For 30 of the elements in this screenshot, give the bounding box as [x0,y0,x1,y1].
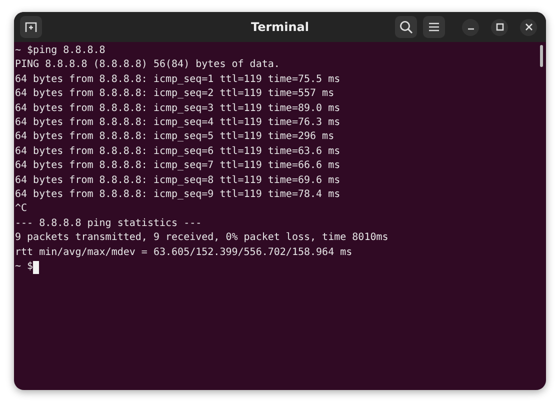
terminal-line: 64 bytes from 8.8.8.8: icmp_seq=8 ttl=119 time=69.6 ms [15,174,340,188]
terminal-line: 64 bytes from 8.8.8.8: icmp_seq=5 ttl=119 time=296 ms [15,130,334,144]
maximize-icon [494,22,504,32]
new-tab-icon [24,20,38,34]
terminal-line: --- 8.8.8.8 ping statistics --- [15,216,202,231]
text-cursor [33,260,40,274]
terminal-line: ~ $ping 8.8.8.8 [15,44,106,58]
terminal-line: 64 bytes from 8.8.8.8: icmp_seq=7 ttl=119 time=66.6 ms [15,159,340,174]
terminal-line: ^C [15,202,28,216]
scrollbar[interactable] [540,45,543,67]
window-title: Terminal [250,20,310,34]
terminal-line: 64 bytes from 8.8.8.8: icmp_seq=3 ttl=119 time=89.0 ms [15,102,340,116]
terminal-line: 64 bytes from 8.8.8.8: icmp_seq=4 ttl=119 time=76.3 ms [15,116,340,130]
maximize-button[interactable] [491,18,508,36]
search-icon [399,20,413,34]
terminal-line: 64 bytes from 8.8.8.8: icmp_seq=6 ttl=119 time=63.6 ms [15,144,340,159]
minimize-button[interactable] [462,18,479,36]
menu-icon [428,21,440,33]
close-icon [524,22,534,32]
terminal-line: rtt min/avg/max/mdev = 63.605/152.399/556.702/158.964 ms [15,246,352,260]
menu-button[interactable] [423,16,445,38]
close-button[interactable] [520,18,537,36]
terminal-line: 9 packets transmitted, 9 received, 0% packet loss, time 8010ms [15,231,388,246]
terminal-line: 64 bytes from 8.8.8.8: icmp_seq=9 ttl=119 time=78.4 ms [15,188,340,202]
terminal-line: 64 bytes from 8.8.8.8: icmp_seq=1 ttl=119 time=75.5 ms [15,72,340,87]
search-button[interactable] [395,16,417,38]
new-tab-button[interactable] [20,16,42,38]
shell-prompt: ~ $ [15,260,34,274]
terminal-line: PING 8.8.8.8 (8.8.8.8) 56(84) bytes of data. [15,58,280,72]
terminal-line: 64 bytes from 8.8.8.8: icmp_seq=2 ttl=119 time=557 ms [15,87,334,102]
